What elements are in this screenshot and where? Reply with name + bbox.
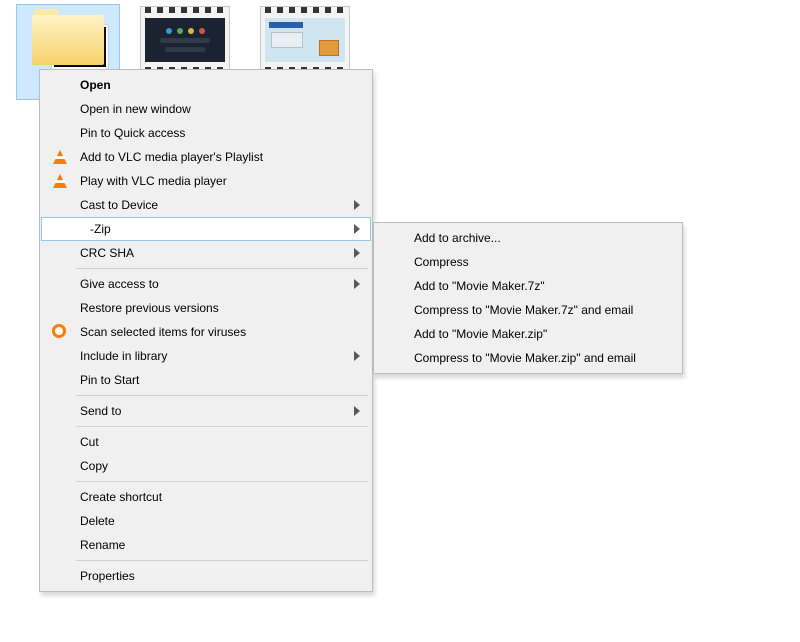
menu-properties[interactable]: Properties — [42, 564, 370, 588]
folder-icon — [32, 9, 104, 65]
clip-frame — [265, 18, 345, 62]
menu-label: Compress to "Movie Maker.7z" and email — [414, 303, 633, 317]
menu-create-shortcut[interactable]: Create shortcut — [42, 485, 370, 509]
vlc-icon — [52, 173, 68, 189]
menu-label: Add to VLC media player's Playlist — [80, 150, 263, 164]
menu-separator — [76, 481, 368, 482]
menu-separator — [76, 426, 368, 427]
submenu-compress[interactable]: Compress — [376, 250, 680, 274]
menu-separator — [76, 560, 368, 561]
menu-label: Cast to Device — [80, 198, 158, 212]
video-thumbnail-2[interactable] — [260, 6, 350, 74]
menu-cast-to-device[interactable]: Cast to Device — [42, 193, 370, 217]
vlc-icon — [52, 149, 68, 165]
menu-restore-previous[interactable]: Restore previous versions — [42, 296, 370, 320]
folder-thumbnail — [52, 25, 108, 69]
menu-label: Create shortcut — [80, 490, 162, 504]
context-menu: Open Open in new window Pin to Quick acc… — [39, 69, 373, 592]
menu-label: Open in new window — [80, 102, 191, 116]
menu-label: Give access to — [80, 277, 159, 291]
menu-delete[interactable]: Delete — [42, 509, 370, 533]
menu-7zip[interactable]: -Zip — [41, 217, 371, 241]
menu-label: Include in library — [80, 349, 167, 363]
filmstrip-icon — [140, 6, 230, 74]
clip-frame — [145, 18, 225, 62]
menu-pin-to-start[interactable]: Pin to Start — [42, 368, 370, 392]
menu-label: Pin to Quick access — [80, 126, 185, 140]
menu-label: Rename — [80, 538, 125, 552]
submenu-add-to-archive[interactable]: Add to archive... — [376, 226, 680, 250]
menu-rename[interactable]: Rename — [42, 533, 370, 557]
menu-scan-viruses[interactable]: Scan selected items for viruses — [42, 320, 370, 344]
menu-give-access-to[interactable]: Give access to — [42, 272, 370, 296]
menu-label: Add to archive... — [414, 231, 501, 245]
submenu-compress-zip-email[interactable]: Compress to "Movie Maker.zip" and email — [376, 346, 680, 370]
chevron-right-icon — [354, 351, 360, 361]
menu-label: Cut — [80, 435, 99, 449]
video-thumbnail-1[interactable] — [140, 6, 230, 74]
chevron-right-icon — [354, 279, 360, 289]
menu-crc-sha[interactable]: CRC SHA — [42, 241, 370, 265]
submenu-add-zip[interactable]: Add to "Movie Maker.zip" — [376, 322, 680, 346]
menu-label: -Zip — [90, 222, 111, 236]
menu-separator — [76, 268, 368, 269]
menu-label: Delete — [80, 514, 115, 528]
menu-label: Properties — [80, 569, 135, 583]
menu-copy[interactable]: Copy — [42, 454, 370, 478]
menu-play-vlc[interactable]: Play with VLC media player — [42, 169, 370, 193]
menu-pin-quick-access[interactable]: Pin to Quick access — [42, 121, 370, 145]
menu-label: Open — [80, 78, 111, 92]
menu-label: Add to "Movie Maker.7z" — [414, 279, 545, 293]
chevron-right-icon — [354, 200, 360, 210]
chevron-right-icon — [354, 248, 360, 258]
menu-label: Compress to "Movie Maker.zip" and email — [414, 351, 636, 365]
menu-include-library[interactable]: Include in library — [42, 344, 370, 368]
menu-label: Restore previous versions — [80, 301, 219, 315]
menu-label: Pin to Start — [80, 373, 139, 387]
menu-send-to[interactable]: Send to — [42, 399, 370, 423]
menu-label: Play with VLC media player — [80, 174, 227, 188]
menu-label: Send to — [80, 404, 121, 418]
menu-label: Add to "Movie Maker.zip" — [414, 327, 547, 341]
chevron-right-icon — [354, 224, 360, 234]
antivirus-icon — [52, 324, 68, 340]
submenu-add-7z[interactable]: Add to "Movie Maker.7z" — [376, 274, 680, 298]
menu-add-vlc-playlist[interactable]: Add to VLC media player's Playlist — [42, 145, 370, 169]
menu-separator — [76, 395, 368, 396]
submenu-compress-7z-email[interactable]: Compress to "Movie Maker.7z" and email — [376, 298, 680, 322]
filmstrip-icon — [260, 6, 350, 74]
chevron-right-icon — [354, 406, 360, 416]
menu-label: CRC SHA — [80, 246, 134, 260]
submenu-7zip: Add to archive... Compress Add to "Movie… — [373, 222, 683, 374]
menu-open-new-window[interactable]: Open in new window — [42, 97, 370, 121]
menu-open[interactable]: Open — [42, 73, 370, 97]
menu-label: Compress — [414, 255, 469, 269]
menu-cut[interactable]: Cut — [42, 430, 370, 454]
menu-label: Copy — [80, 459, 108, 473]
menu-label: Scan selected items for viruses — [80, 325, 246, 339]
